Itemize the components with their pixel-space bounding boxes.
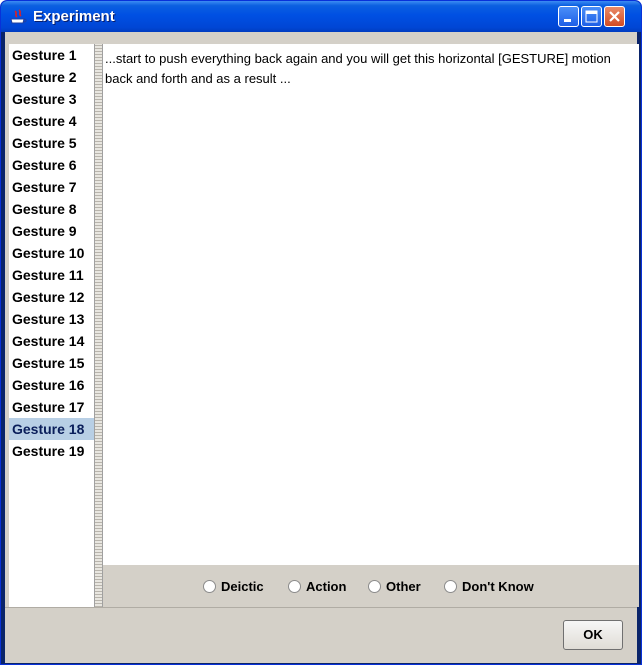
gesture-list-item[interactable]: Gesture 10 [9,242,94,264]
gesture-list-item[interactable]: Gesture 8 [9,198,94,220]
minimize-icon [564,19,571,22]
gesture-list-item[interactable]: Gesture 15 [9,352,94,374]
other-label: Other [386,578,421,594]
other-option[interactable]: Other [368,577,421,595]
gesture-list-item[interactable]: Gesture 16 [9,374,94,396]
gesture-list-item[interactable]: Gesture 19 [9,440,94,462]
gesture-list-item-selected[interactable]: Gesture 18 [9,418,94,440]
action-radio[interactable] [288,579,301,593]
dont-know-label: Don't Know [462,578,534,594]
gesture-list-item[interactable]: Gesture 13 [9,308,94,330]
gesture-list-item[interactable]: Gesture 1 [9,44,94,66]
transcript-area: ...start to push everything back again a… [103,44,639,565]
action-option[interactable]: Action [288,577,346,595]
deictic-option[interactable]: Deictic [203,577,264,595]
minimize-button[interactable] [558,6,579,27]
gesture-list-item[interactable]: Gesture 14 [9,330,94,352]
gesture-list-item[interactable]: Gesture 17 [9,396,94,418]
gesture-list-item[interactable]: Gesture 7 [9,176,94,198]
gesture-list-item[interactable]: Gesture 6 [9,154,94,176]
button-bar: OK [5,607,637,663]
java-app-icon [10,9,27,24]
close-icon [609,11,620,22]
gesture-list-item[interactable]: Gesture 9 [9,220,94,242]
classification-options: Deictic Action Other Don't Know [103,565,639,607]
dont-know-radio[interactable] [444,579,457,593]
experiment-window: Experiment Gesture 1 Gesture 2 Gesture 3… [0,0,642,665]
maximize-icon [585,10,598,23]
deictic-radio[interactable] [203,579,216,593]
dont-know-option[interactable]: Don't Know [444,577,534,595]
gesture-list-item[interactable]: Gesture 2 [9,66,94,88]
other-radio[interactable] [368,579,381,593]
gesture-list[interactable]: Gesture 1 Gesture 2 Gesture 3 Gesture 4 … [9,44,95,640]
title-bar[interactable]: Experiment [1,1,641,32]
deictic-label: Deictic [221,578,264,594]
close-button[interactable] [604,6,625,27]
gesture-list-item[interactable]: Gesture 12 [9,286,94,308]
maximize-button[interactable] [581,6,602,27]
gesture-list-item[interactable]: Gesture 5 [9,132,94,154]
action-label: Action [306,578,347,594]
split-pane-divider[interactable] [94,44,103,607]
gesture-list-item[interactable]: Gesture 4 [9,110,94,132]
gesture-list-item[interactable]: Gesture 11 [9,264,94,286]
window-content: Gesture 1 Gesture 2 Gesture 3 Gesture 4 … [5,32,639,663]
gesture-list-item[interactable]: Gesture 3 [9,88,94,110]
ok-button[interactable]: OK [563,620,623,650]
transcript-text: ...start to push everything back again a… [105,51,611,86]
window-title: Experiment [33,8,115,25]
